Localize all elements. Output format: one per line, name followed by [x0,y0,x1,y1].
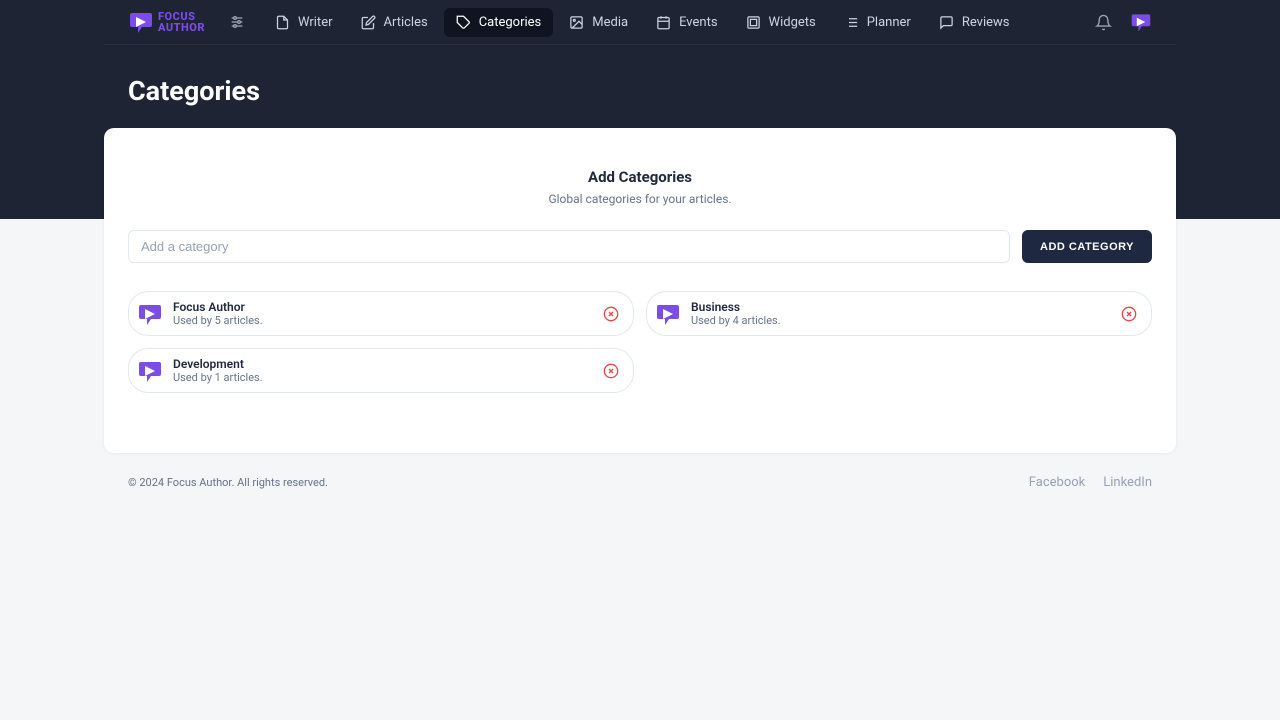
nav-reviews[interactable]: Reviews [927,8,1022,37]
nav-label: Media [592,15,628,30]
category-card: DevelopmentUsed by 1 articles. [128,348,634,393]
nav-widgets[interactable]: Widgets [734,8,828,37]
nav-writer[interactable]: Writer [263,8,345,37]
nav-label: Events [679,15,717,30]
nav-label: Widgets [769,15,816,30]
category-card: BusinessUsed by 4 articles. [646,291,1152,336]
categories-list: Focus AuthorUsed by 5 articles.BusinessU… [128,291,1152,393]
nav-label: Planner [867,15,911,30]
message-icon [939,15,954,30]
user-avatar[interactable] [1130,11,1152,33]
category-meta: Used by 5 articles. [173,314,601,327]
category-icon [655,301,681,327]
list-icon [844,15,859,30]
nav-media[interactable]: Media [557,8,640,37]
brand-logo[interactable]: FOCUS AUTHOR [128,9,205,35]
nav-events[interactable]: Events [644,8,729,37]
category-card: Focus AuthorUsed by 5 articles. [128,291,634,336]
nav-label: Categories [479,15,542,30]
add-category-button[interactable]: ADD CATEGORY [1022,230,1152,263]
logo-text-line2: AUTHOR [158,22,205,33]
footer: © 2024 Focus Author. All rights reserved… [104,453,1176,512]
card-title: Add Categories [128,168,1152,186]
nav-categories[interactable]: Categories [444,8,554,37]
tag-icon [456,15,471,30]
delete-category-button[interactable] [601,304,621,324]
category-name: Business [691,300,1119,314]
calendar-icon [656,15,671,30]
category-icon [137,301,163,327]
edit-icon [361,15,376,30]
page-title: Categories [128,75,1152,107]
category-icon [137,358,163,384]
footer-link-facebook[interactable]: Facebook [1029,475,1085,490]
settings-icon[interactable] [229,14,245,30]
nav-label: Writer [298,15,333,30]
top-navigation: FOCUS AUTHOR Writer Articles Categor [104,0,1176,45]
nav-articles[interactable]: Articles [349,8,440,37]
layout-icon [746,15,761,30]
category-name: Focus Author [173,300,601,314]
delete-category-button[interactable] [1119,304,1139,324]
logo-icon [128,9,154,35]
nav-label: Articles [384,15,428,30]
category-input[interactable] [128,230,1010,263]
category-meta: Used by 4 articles. [691,314,1119,327]
file-icon [275,15,290,30]
category-name: Development [173,357,601,371]
main-nav: Writer Articles Categories Media Events … [263,8,1095,37]
notifications-icon[interactable] [1095,14,1112,31]
categories-panel: Add Categories Global categories for you… [104,128,1176,453]
nav-label: Reviews [962,15,1010,30]
footer-link-linkedin[interactable]: LinkedIn [1103,475,1152,490]
footer-copyright: © 2024 Focus Author. All rights reserved… [128,476,328,489]
card-subtitle: Global categories for your articles. [128,192,1152,206]
category-meta: Used by 1 articles. [173,371,601,384]
nav-planner[interactable]: Planner [832,8,923,37]
delete-category-button[interactable] [601,361,621,381]
image-icon [569,15,584,30]
